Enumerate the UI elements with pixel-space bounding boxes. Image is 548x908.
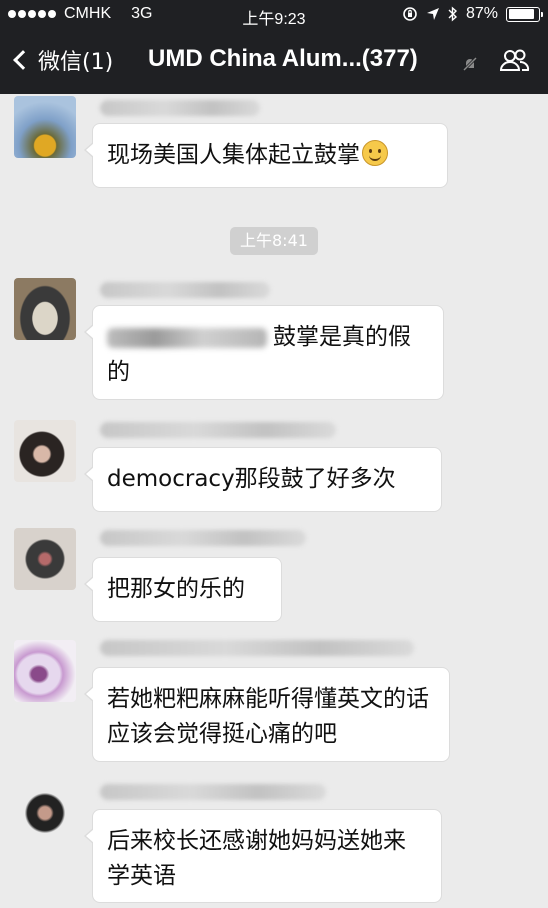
sender-name [100,422,336,438]
message-bubble[interactable]: 现场美国人集体起立鼓掌 [84,123,448,188]
message-text: 把那女的乐的 [107,576,245,602]
timestamp-pill: 上午8:41 [230,227,318,255]
avatar[interactable] [14,528,76,590]
message-text: 现场美国人集体起立鼓掌 [107,142,360,168]
message-text: 后来校长还感谢她妈妈送她来学英语 [107,828,406,889]
sender-name [100,784,326,800]
back-button[interactable]: 微信(1) [10,44,113,76]
avatar[interactable] [14,278,76,340]
avatar[interactable] [14,420,76,482]
avatar[interactable] [14,640,76,702]
sender-name [100,530,306,546]
message-bubble[interactable]: 若她粑粑麻麻能听得懂英文的话应该会觉得挺心痛的吧 [84,667,450,762]
smiley-emoji-icon [362,140,388,166]
location-icon [426,8,439,20]
sender-name [100,282,270,298]
avatar[interactable] [14,96,76,158]
chevron-left-icon [13,50,33,70]
sender-name [100,640,414,656]
message-text: 若她粑粑麻麻能听得懂英文的话应该会觉得挺心痛的吧 [107,686,429,747]
sender-name [100,100,260,116]
members-icon[interactable] [498,48,530,74]
mute-icon [462,56,478,72]
message-text: democracy那段鼓了好多次 [107,466,396,492]
battery-fill [508,9,534,19]
message-bubble[interactable]: 鼓掌是真的假的 [84,305,444,400]
battery-percent: 87% [465,5,498,22]
redacted-text [107,327,267,348]
message-bubble[interactable]: 把那女的乐的 [84,557,282,622]
back-label: 微信(1) [38,50,114,75]
message-bubble[interactable]: democracy那段鼓了好多次 [84,447,442,512]
battery-icon [506,6,543,22]
rotation-lock-icon [403,7,417,21]
nav-bar: 微信(1) UMD China Alum...(377) [0,30,548,94]
message-bubble[interactable]: 后来校长还感谢她妈妈送她来学英语 [84,809,442,903]
bluetooth-icon [448,6,457,22]
avatar[interactable] [14,782,76,844]
chat-title: UMD China Alum...(377) [148,45,418,72]
status-bar: CMHK 3G 上午9:23 87% [0,0,548,30]
status-right: 87% [402,5,543,23]
